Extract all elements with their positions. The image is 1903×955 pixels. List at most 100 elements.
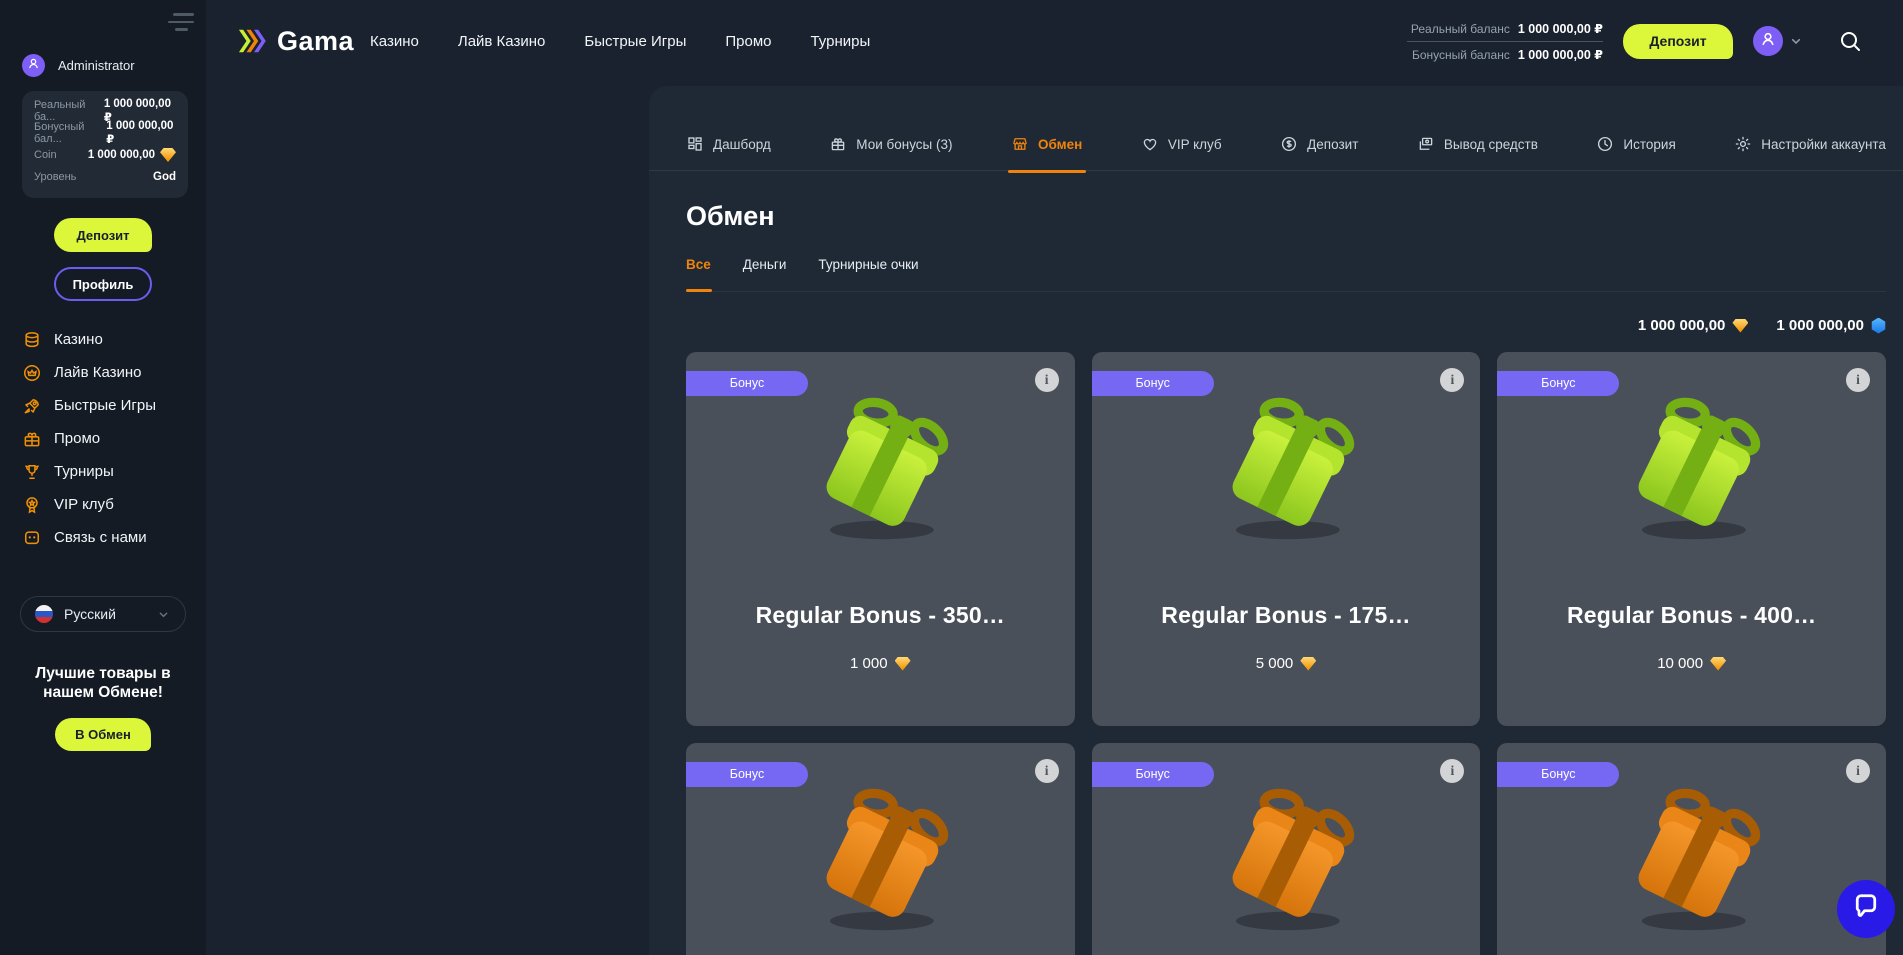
sidebar-profile-button[interactable]: Профиль (54, 267, 152, 301)
account-menu[interactable] (1753, 26, 1804, 56)
sidebar-nav-label: VIP клуб (54, 496, 114, 513)
account-tabs: Дашборд Мои бонусы (3) Обмен VIP клуб Де… (649, 86, 1903, 171)
sidebar-user[interactable]: Administrator (0, 0, 206, 77)
account-tab-label: Настройки аккаунта (1761, 137, 1886, 152)
bonus-badge: Бонус (686, 371, 808, 396)
page-title: Обмен (686, 201, 1886, 232)
sidebar-nav-item[interactable]: VIP клуб (0, 488, 206, 521)
bonus-price: 1 000 (686, 655, 1075, 672)
balance-stat-row: Бонусный бал... 1 000 000,00 ₽ (34, 122, 176, 144)
bonus-badge: Бонус (686, 762, 808, 787)
info-icon[interactable]: i (1846, 368, 1870, 392)
casino-icon (22, 330, 42, 350)
sidebar-nav-label: Лайв Казино (54, 364, 142, 381)
header-balances: Реальный баланс 1 000 000,00 ₽ Бонусный … (1407, 21, 1603, 62)
account-tab[interactable]: История (1596, 117, 1675, 171)
logo-chevrons-icon (237, 25, 271, 57)
real-balance-value: 1 000 000,00 ₽ (1518, 21, 1603, 36)
bonus-title: Regular Bonus - 175… (1092, 602, 1481, 629)
account-panel: Дашборд Мои бонусы (3) Обмен VIP клуб Де… (649, 86, 1903, 955)
bonus-price: 10 000 (1497, 655, 1886, 672)
tournaments-icon (22, 462, 42, 482)
sidebar-nav-label: Казино (54, 331, 103, 348)
account-tab-label: Депозит (1307, 137, 1358, 152)
sidebar-nav-item[interactable]: Промо (0, 422, 206, 455)
account-tab[interactable]: Обмен (1011, 117, 1082, 171)
coin-gem-icon (1710, 657, 1726, 671)
go-to-exchange-button[interactable]: В Обмен (55, 718, 151, 751)
bonus-card[interactable]: Бонус i Regular Bonus - 350… 1 000 (686, 352, 1075, 726)
balance-summary-card: Реальный ба... 1 000 000,00 ₽ Бонусный б… (22, 91, 188, 198)
bonus-card[interactable]: Бонус i Regular Bonus - 400… 10 000 (1497, 352, 1886, 726)
header-nav-link[interactable]: Лайв Казино (458, 33, 546, 50)
balance-stat-row: Уровень God (34, 166, 176, 188)
fast-games-icon (22, 396, 42, 416)
balance-stat-row: Coin 1 000 000,00 (34, 144, 176, 166)
bonuses-icon (829, 135, 847, 153)
bonus-badge: Бонус (1497, 371, 1619, 396)
sidebar-nav-item[interactable]: Турниры (0, 455, 206, 488)
language-selector[interactable]: Русский (20, 596, 186, 632)
sidebar-nav: Казино Лайв Казино Быстрые Игры Промо Ту… (0, 323, 206, 554)
sidebar-nav-item[interactable]: Лайв Казино (0, 356, 206, 389)
account-tab-label: VIP клуб (1168, 137, 1222, 152)
bonus-title: Regular Bonus - 400… (1497, 602, 1886, 629)
bonus-badge: Бонус (1092, 371, 1214, 396)
sidebar-nav-item[interactable]: Быстрые Игры (0, 389, 206, 422)
sidebar-deposit-button[interactable]: Депозит (54, 218, 152, 252)
stat-label: Бонусный бал... (34, 121, 106, 145)
bonus-card[interactable]: Бонус i (686, 743, 1075, 955)
sidebar-nav-label: Связь с нами (54, 529, 147, 546)
chevron-down-icon (156, 607, 171, 622)
exchange-filter-tab[interactable]: Все (686, 257, 711, 272)
dashboard-icon (686, 135, 704, 153)
exchange-filter-tab[interactable]: Турнирные очки (818, 257, 918, 272)
stat-value: 1 000 000,00 (88, 148, 176, 162)
deposit-icon (1280, 135, 1298, 153)
bonus-balance-value: 1 000 000,00 ₽ (1518, 47, 1603, 62)
account-tab[interactable]: Мои бонусы (3) (829, 117, 952, 171)
sidebar-nav-item[interactable]: Казино (0, 323, 206, 356)
sidebar-nav-item[interactable]: Связь с нами (0, 521, 206, 554)
header-nav-link[interactable]: Промо (725, 33, 771, 50)
bonus-cards-grid: Бонус i Regular Bonus - 350… 1 000 Бонус… (686, 352, 1886, 955)
bonus-balance-label: Бонусный баланс (1412, 48, 1510, 62)
language-label: Русский (64, 606, 145, 622)
header-nav-link[interactable]: Турниры (810, 33, 870, 50)
info-icon[interactable]: i (1035, 759, 1059, 783)
header-deposit-button[interactable]: Депозит (1623, 24, 1733, 59)
account-tab[interactable]: VIP клуб (1141, 117, 1222, 171)
bonus-card[interactable]: Бонус i Regular Bonus - 175… 5 000 (1092, 352, 1481, 726)
shop-balance: 1 000 000,00 (1638, 317, 1749, 334)
logo[interactable]: Gama (237, 25, 354, 57)
withdraw-icon (1417, 135, 1435, 153)
account-tab[interactable]: Вывод средств (1417, 117, 1538, 171)
header-nav-link[interactable]: Казино (370, 33, 419, 50)
header-nav-link[interactable]: Быстрые Игры (584, 33, 686, 50)
account-tab-label: Обмен (1038, 137, 1082, 152)
account-tab[interactable]: Дашборд (686, 117, 771, 171)
balance-divider (1407, 41, 1603, 42)
avatar (1753, 26, 1783, 56)
live-chat-button[interactable] (1837, 880, 1895, 938)
info-icon[interactable]: i (1440, 759, 1464, 783)
stat-value: God (153, 171, 176, 183)
top-header: Gama Казино Лайв Казино Быстрые Игры Промо Т… (206, 0, 1903, 82)
bonus-card[interactable]: Бонус i (1497, 743, 1886, 955)
account-tab[interactable]: Настройки аккаунта (1734, 117, 1886, 171)
sidebar-nav-label: Промо (54, 430, 100, 447)
exchange-filter-tab[interactable]: Деньги (743, 257, 787, 272)
account-tab-label: Мои бонусы (3) (856, 137, 952, 152)
info-icon[interactable]: i (1440, 368, 1464, 392)
account-tab-label: История (1623, 137, 1675, 152)
info-icon[interactable]: i (1035, 368, 1059, 392)
heart-icon (1141, 135, 1159, 153)
live-casino-icon (22, 363, 42, 383)
gift-image (804, 390, 956, 547)
info-icon[interactable]: i (1846, 759, 1870, 783)
main-area: Gama Казино Лайв Казино Быстрые Игры Промо Т… (206, 0, 1903, 955)
account-tab[interactable]: Депозит (1280, 117, 1358, 171)
hamburger-menu-icon[interactable] (168, 13, 194, 31)
search-icon[interactable] (1838, 29, 1862, 53)
bonus-card[interactable]: Бонус i (1092, 743, 1481, 955)
